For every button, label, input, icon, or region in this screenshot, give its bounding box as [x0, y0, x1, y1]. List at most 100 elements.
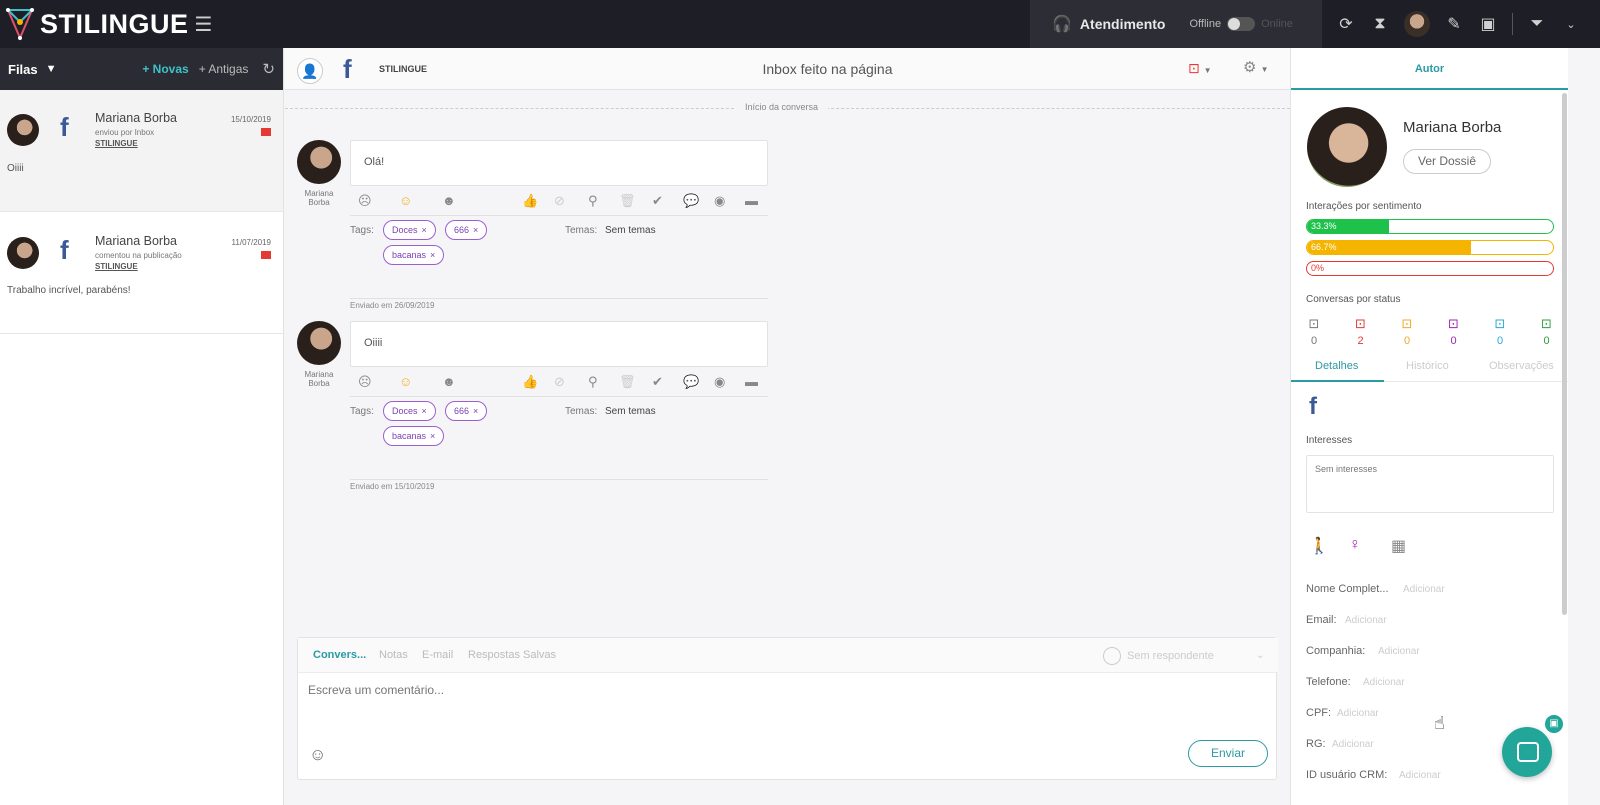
like-icon[interactable]: 👍 [522, 374, 538, 390]
chevron-down-icon[interactable]: ⌄ [1256, 650, 1264, 661]
tab-autor[interactable]: Autor [1291, 48, 1568, 90]
neutral-sentiment-icon[interactable]: ☺ [399, 193, 412, 208]
support-chat-button[interactable] [1502, 727, 1552, 777]
remove-tag-icon[interactable]: × [473, 225, 478, 235]
logo-text: STILINGUE [40, 8, 189, 39]
check-icon[interactable]: ✔ [652, 193, 663, 209]
female-icon[interactable]: ♀ [1349, 536, 1361, 554]
building-icon[interactable]: ▦ [1391, 536, 1406, 556]
ticket-status-icon[interactable]: ⊡ [1399, 316, 1415, 332]
tab-conversa[interactable]: Convers... [313, 649, 366, 661]
add-field-link[interactable]: Adicionar [1345, 615, 1387, 626]
add-field-link[interactable]: Adicionar [1403, 584, 1445, 595]
conversation-author: Mariana Borba [95, 234, 177, 248]
novas-button[interactable]: + Novas [142, 62, 188, 76]
chat-icon[interactable]: 💬 [683, 374, 699, 390]
remove-tag-icon[interactable]: × [422, 225, 427, 235]
user-avatar[interactable] [1404, 11, 1430, 37]
tab-indicator [1291, 380, 1384, 382]
like-icon[interactable]: 👍 [522, 193, 538, 209]
send-button[interactable]: Enviar [1188, 740, 1268, 767]
person-icon[interactable]: 🚶 [1309, 536, 1329, 556]
hourglass-icon[interactable]: ⧗ [1370, 15, 1390, 33]
person-icon[interactable]: ⚲ [588, 193, 598, 209]
ticket-status-icon[interactable]: ⊡ [1353, 316, 1369, 332]
trash-icon[interactable]: 🗑 [619, 193, 636, 209]
remove-tag-icon[interactable]: × [473, 406, 478, 416]
message-bubble: Oiiii [350, 321, 768, 367]
conversation-page[interactable]: STILINGUE [95, 262, 138, 271]
filas-dropdown[interactable]: Filas [8, 62, 38, 77]
tab-historico[interactable]: Histórico [1406, 360, 1449, 372]
remove-tag-icon[interactable]: × [422, 406, 427, 416]
scrollbar[interactable] [1562, 93, 1567, 615]
negative-sentiment-icon[interactable]: ☹ [358, 193, 372, 209]
logo[interactable]: STILINGUE ☰ [0, 4, 235, 44]
antigas-button[interactable]: + Antigas [199, 62, 249, 76]
messenger-icon[interactable]: ◉ [714, 374, 725, 390]
ticket-status-icon[interactable]: ⊡ [1492, 316, 1508, 332]
tab-detalhes[interactable]: Detalhes [1315, 360, 1358, 372]
tags-label: Tags: [350, 406, 374, 417]
ticket-status-dropdown[interactable]: ⊡ ▼ [1188, 60, 1212, 77]
remove-tag-icon[interactable]: × [430, 250, 435, 260]
tag-label: 666 [454, 406, 470, 416]
trash-icon[interactable]: 🗑 [619, 374, 636, 390]
chevron-down-icon[interactable]: ⌄ [1561, 18, 1581, 31]
online-toggle[interactable] [1227, 17, 1256, 31]
responder-dropdown[interactable]: Sem respondente [1103, 647, 1214, 665]
tag-chip[interactable]: 666 × [445, 220, 488, 240]
interesses-box[interactable]: Sem interesses [1306, 455, 1554, 513]
conversation-item[interactable]: f Mariana Borba 15/10/2019 enviou por In… [0, 90, 283, 212]
tab-email[interactable]: E-mail [422, 649, 453, 661]
person-icon[interactable]: ⚲ [588, 374, 598, 390]
messenger-icon[interactable]: ◉ [714, 193, 725, 209]
chat-icon[interactable]: 💬 [683, 193, 699, 209]
chat-badge-icon[interactable]: ▣ [1543, 713, 1565, 735]
positive-sentiment-icon[interactable]: ☻ [442, 374, 456, 389]
tag-chip[interactable]: bacanas × [383, 245, 445, 265]
comment-input[interactable] [308, 683, 1008, 697]
presentation-icon[interactable]: ▣ [1478, 14, 1498, 34]
tab-notas[interactable]: Notas [379, 649, 408, 661]
add-field-link[interactable]: Adicionar [1332, 739, 1374, 750]
ticket-icon[interactable]: ▬ [745, 374, 758, 389]
history-icon[interactable]: ↻ [262, 60, 275, 78]
conversation-area: Início da conversa Mariana Borba Olá! ☹ … [285, 90, 1290, 635]
emoji-icon[interactable]: ☺ [309, 745, 326, 765]
check-icon[interactable]: ✔ [652, 374, 663, 390]
add-field-link[interactable]: Adicionar [1378, 646, 1420, 657]
filter-icon[interactable]: ⏷ [1527, 15, 1547, 33]
hide-icon[interactable]: ⊘ [554, 193, 565, 209]
add-field-link[interactable]: Adicionar [1399, 770, 1441, 781]
top-icons: ⟳ ⧗ ✎ ▣ ⏷ ⌄ [1336, 0, 1581, 48]
negative-sentiment-icon[interactable]: ☹ [358, 374, 372, 390]
tab-observacoes[interactable]: Observações [1489, 360, 1554, 372]
ticket-status-icon[interactable]: ⊡ [1539, 316, 1555, 332]
ticket-status-icon[interactable]: ⊡ [1306, 316, 1322, 332]
add-field-link[interactable]: Adicionar [1363, 677, 1405, 688]
tag-chip[interactable]: 666 × [445, 401, 488, 421]
ver-dossie-button[interactable]: Ver Dossiê [1403, 149, 1491, 174]
responder-label: Sem respondente [1127, 650, 1214, 662]
hide-icon[interactable]: ⊘ [554, 374, 565, 390]
eraser-icon[interactable]: ✎ [1444, 14, 1464, 34]
add-field-link[interactable]: Adicionar [1337, 708, 1379, 719]
tab-respostas-salvas[interactable]: Respostas Salvas [468, 649, 556, 661]
author-avatar [1307, 107, 1387, 187]
tag-chip[interactable]: bacanas × [383, 426, 445, 446]
menu-icon[interactable]: ☰ [195, 12, 213, 37]
ticket-icon[interactable]: ▬ [745, 193, 758, 208]
priority-dropdown[interactable]: ⚙ ▼ [1243, 58, 1269, 76]
tag-label: Doces [392, 225, 418, 235]
conversation-item[interactable]: f Mariana Borba 11/07/2019 comentou na p… [0, 212, 283, 334]
remove-tag-icon[interactable]: × [430, 431, 435, 441]
neutral-sentiment-icon[interactable]: ☺ [399, 374, 412, 389]
chevron-down-icon[interactable]: ▼ [46, 63, 57, 75]
ticket-status-icon[interactable]: ⊡ [1446, 316, 1462, 332]
refresh-icon[interactable]: ⟳ [1336, 14, 1356, 34]
tag-chip[interactable]: Doces × [383, 401, 436, 421]
positive-sentiment-icon[interactable]: ☻ [442, 193, 456, 208]
conversation-page[interactable]: STILINGUE [95, 139, 138, 148]
tag-chip[interactable]: Doces × [383, 220, 436, 240]
